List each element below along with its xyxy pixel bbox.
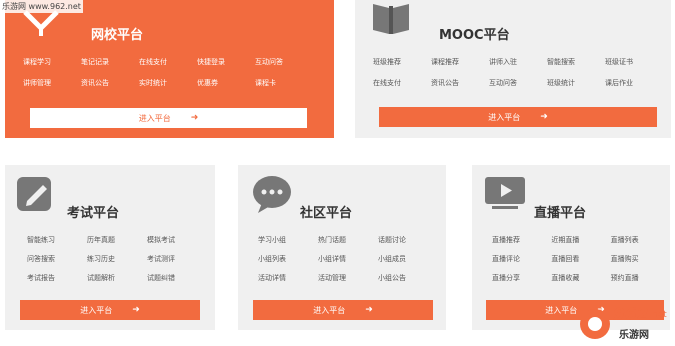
feature-link[interactable]: 讲师管理	[23, 78, 81, 88]
feature-link[interactable]: 热门话题	[318, 235, 378, 245]
feature-link[interactable]: 课程推荐	[431, 57, 489, 67]
chat-bubble-icon	[252, 175, 294, 213]
feature-link[interactable]: 优惠券	[197, 78, 255, 88]
card-kaoshi: 考试平台 智能练习 历年真题 模拟考试 问答搜索 练习历史 考试测评 考试报告 …	[5, 165, 215, 330]
feature-link[interactable]: 班级统计	[547, 78, 605, 88]
feature-link[interactable]: 在线支付	[139, 57, 197, 67]
feature-link[interactable]: 话题讨论	[378, 235, 438, 245]
feature-link[interactable]: 班级推荐	[373, 57, 431, 67]
feature-link[interactable]: 近期直播	[551, 235, 610, 245]
button-label: 进入平台	[545, 305, 578, 315]
arrow-right-icon: ➜	[540, 112, 548, 122]
feature-link[interactable]: 小组列表	[258, 254, 318, 264]
feature-link[interactable]: 资讯公告	[81, 78, 139, 88]
enter-platform-button[interactable]: 进入平台 ➜	[379, 107, 657, 127]
feature-link[interactable]: 直播推荐	[492, 235, 551, 245]
feature-link[interactable]: 考试报告	[27, 273, 87, 283]
button-label: 进入平台	[313, 305, 346, 315]
feature-link[interactable]: 小组详情	[318, 254, 378, 264]
card-title: 社区平台	[300, 206, 353, 221]
logo-number: 962	[613, 305, 649, 325]
feature-link[interactable]: 互动问答	[255, 57, 313, 67]
feature-link[interactable]: 资讯公告	[431, 78, 489, 88]
feature-grid: 课程学习 笔记记录 在线支付 快捷登录 互动问答 讲师管理 资讯公告 实时统计 …	[23, 57, 313, 88]
feature-link[interactable]: 直播收藏	[551, 273, 610, 283]
enter-platform-button[interactable]: 进入平台 ➜	[20, 300, 200, 320]
feature-link[interactable]: 小组成员	[378, 254, 438, 264]
feature-link[interactable]: 直播购买	[611, 254, 670, 264]
feature-grid: 智能练习 历年真题 模拟考试 问答搜索 练习历史 考试测评 考试报告 试题解析 …	[27, 235, 207, 283]
feature-link[interactable]: 直播评论	[492, 254, 551, 264]
feature-link[interactable]: 问答搜索	[27, 254, 87, 264]
pencil-icon	[17, 175, 59, 213]
card-shequ: 社区平台 学习小组 热门话题 话题讨论 小组列表 小组详情 小组成员 活动详情 …	[238, 165, 446, 330]
feature-link[interactable]: 讲师入驻	[489, 57, 547, 67]
feature-link[interactable]: 模拟考试	[147, 235, 207, 245]
feature-link[interactable]: 笔记记录	[81, 57, 139, 67]
feature-link[interactable]: 快捷登录	[197, 57, 255, 67]
feature-grid: 班级推荐 课程推荐 讲师入驻 智能搜索 班级证书 在线支付 资讯公告 互动问答 …	[373, 57, 663, 88]
feature-link[interactable]: 学习小组	[258, 235, 318, 245]
feature-link[interactable]: 直播列表	[611, 235, 670, 245]
enter-platform-button[interactable]: 进入平台 ➜	[253, 300, 433, 320]
feature-link[interactable]: 实时统计	[139, 78, 197, 88]
feature-link[interactable]: 互动问答	[489, 78, 547, 88]
feature-link[interactable]: 小组公告	[378, 273, 438, 283]
feature-link[interactable]: 课后作业	[605, 78, 663, 88]
arrow-right-icon: ➜	[132, 305, 140, 315]
feature-link[interactable]: 智能搜索	[547, 57, 605, 67]
feature-link[interactable]: 试题纠错	[147, 273, 207, 283]
button-label: 进入平台	[138, 113, 171, 123]
feature-link[interactable]: 历年真题	[87, 235, 147, 245]
card-title: 考试平台	[67, 206, 120, 221]
card-mooc: MOOC平台 班级推荐 课程推荐 讲师入驻 智能搜索 班级证书 在线支付 资讯公…	[355, 0, 671, 138]
feature-link[interactable]: 课程卡	[255, 78, 313, 88]
button-label: 进入平台	[80, 305, 113, 315]
feature-link[interactable]: 班级证书	[605, 57, 663, 67]
arrow-right-icon: ➜	[365, 305, 373, 315]
logo-suffix: .net	[649, 310, 667, 320]
feature-link[interactable]: 试题解析	[87, 273, 147, 283]
feature-link[interactable]: 预约直播	[611, 273, 670, 283]
feature-link[interactable]: 直播分享	[492, 273, 551, 283]
site-watermark: 乐游网 www.962.net	[0, 0, 83, 13]
card-title: MOOC平台	[439, 28, 510, 43]
open-book-icon	[371, 0, 411, 36]
feature-link[interactable]: 活动管理	[318, 273, 378, 283]
card-title: 直播平台	[534, 206, 587, 221]
card-title: 网校平台	[91, 28, 144, 43]
feature-link[interactable]: 活动详情	[258, 273, 318, 283]
enter-platform-button[interactable]: 进入平台 ➜	[30, 108, 307, 128]
feature-link[interactable]: 直播回看	[551, 254, 610, 264]
feature-grid: 直播推荐 近期直播 直播列表 直播评论 直播回看 直播购买 直播分享 直播收藏 …	[492, 235, 670, 283]
video-play-icon	[484, 175, 528, 213]
feature-link[interactable]: 练习历史	[87, 254, 147, 264]
feature-link[interactable]: 智能练习	[27, 235, 87, 245]
feature-link[interactable]: 考试测评	[147, 254, 207, 264]
site-logo: 962 .net 乐游网	[575, 300, 675, 342]
arrow-right-icon: ➜	[190, 113, 199, 123]
feature-link[interactable]: 课程学习	[23, 57, 81, 67]
feature-link[interactable]: 在线支付	[373, 78, 431, 88]
logo-text: 乐游网	[619, 330, 649, 341]
button-label: 进入平台	[488, 112, 521, 122]
card-wangxiao: 网校平台 课程学习 笔记记录 在线支付 快捷登录 互动问答 讲师管理 资讯公告 …	[5, 0, 334, 138]
feature-grid: 学习小组 热门话题 话题讨论 小组列表 小组详情 小组成员 活动详情 活动管理 …	[258, 235, 438, 283]
